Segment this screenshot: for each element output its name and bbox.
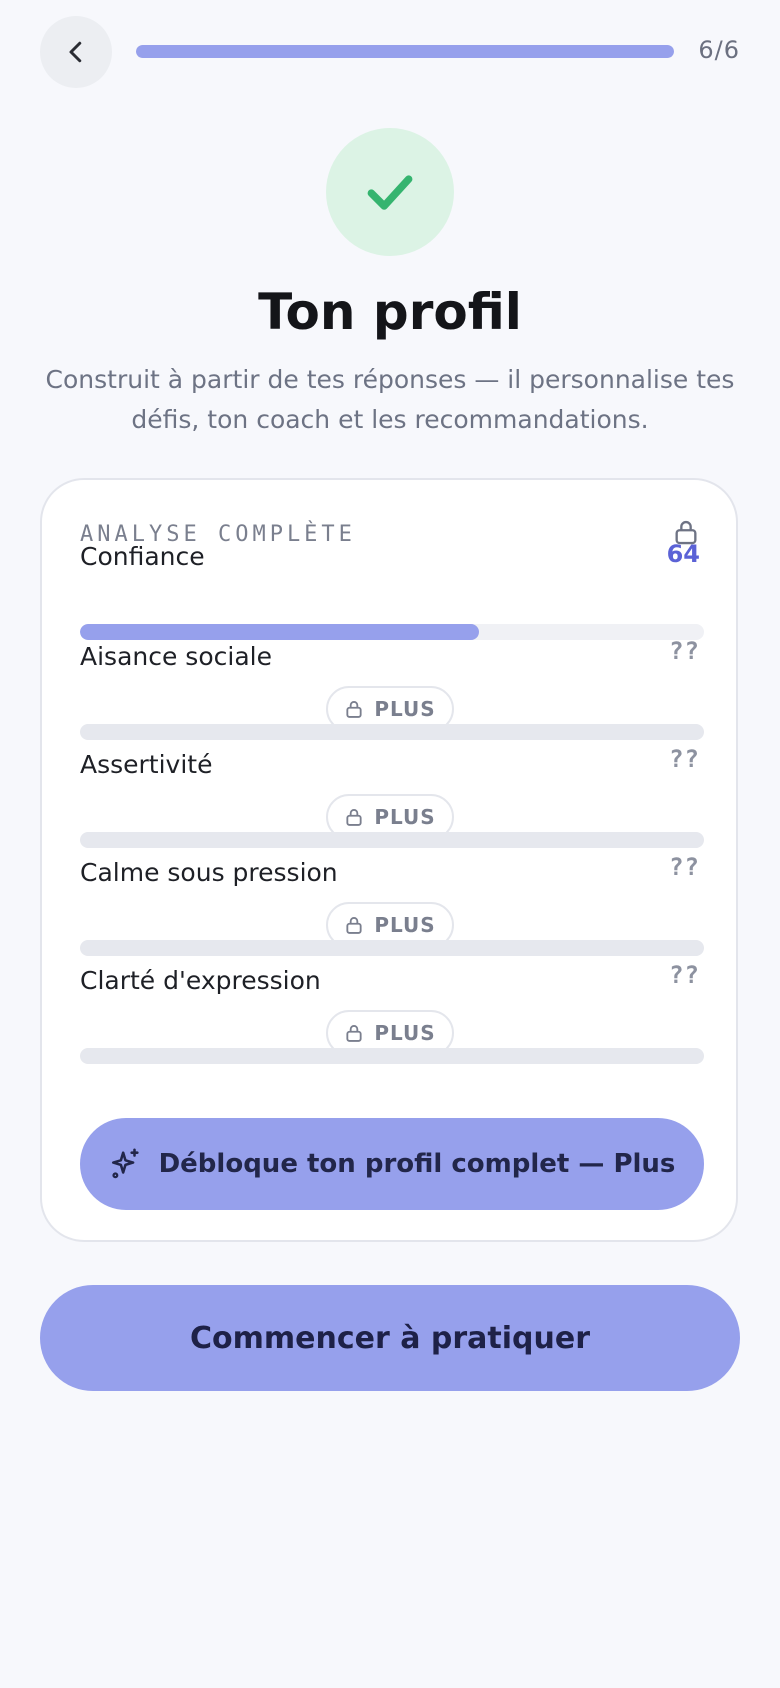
plus-badge-label: PLUS xyxy=(374,913,436,937)
sparkles-icon xyxy=(111,1148,139,1179)
plus-badge-label: PLUS xyxy=(374,1021,436,1045)
metric-score-hidden: ?? xyxy=(669,853,700,881)
metric-score-hidden: ?? xyxy=(669,961,700,989)
step-progress-fill xyxy=(136,45,674,58)
step-counter: 6/6 xyxy=(698,36,740,64)
check-icon xyxy=(367,175,413,210)
metric-score-hidden: ?? xyxy=(669,637,700,665)
profile-analysis-card: ANALYSE COMPLÈTE Confiance 64 Aisance so… xyxy=(40,478,738,1242)
metric-name-assertivite: Assertivité xyxy=(80,750,213,779)
unlock-plus-label: Débloque ton profil complet — Plus xyxy=(158,1149,676,1179)
metric-score-hidden: ?? xyxy=(669,745,700,773)
lock-icon xyxy=(346,809,362,826)
back-button[interactable] xyxy=(40,16,112,88)
plus-badge-label: PLUS xyxy=(374,697,436,721)
metric-name-clarte-expression: Clarté d'expression xyxy=(80,966,321,995)
page-subtitle: Construit à partir de tes réponses — il … xyxy=(45,365,735,434)
metric-bar-locked xyxy=(80,724,704,740)
metric-bar-confiance xyxy=(80,624,704,640)
success-badge xyxy=(326,128,454,256)
lock-icon xyxy=(346,917,362,934)
metric-bar-locked xyxy=(80,832,704,848)
lock-icon xyxy=(346,701,362,718)
metric-score-confiance: 64 xyxy=(666,540,700,568)
step-progress-bar xyxy=(136,45,674,58)
metric-name-calme-sous-pression: Calme sous pression xyxy=(80,858,338,887)
lock-icon xyxy=(346,1025,362,1042)
plus-badge-label: PLUS xyxy=(374,805,436,829)
metric-name-aisance-sociale: Aisance sociale xyxy=(80,642,272,671)
chevron-left-icon xyxy=(69,41,82,63)
metric-name-confiance: Confiance xyxy=(80,542,205,571)
unlock-plus-button[interactable]: Débloque ton profil complet — Plus xyxy=(80,1118,704,1210)
metric-bar-locked xyxy=(80,940,704,956)
page-title: Ton profil xyxy=(258,283,522,341)
start-practicing-button[interactable]: Commencer à pratiquer xyxy=(40,1285,740,1391)
metric-bar-locked xyxy=(80,1048,704,1064)
metric-bar-fill-confiance xyxy=(80,624,480,640)
